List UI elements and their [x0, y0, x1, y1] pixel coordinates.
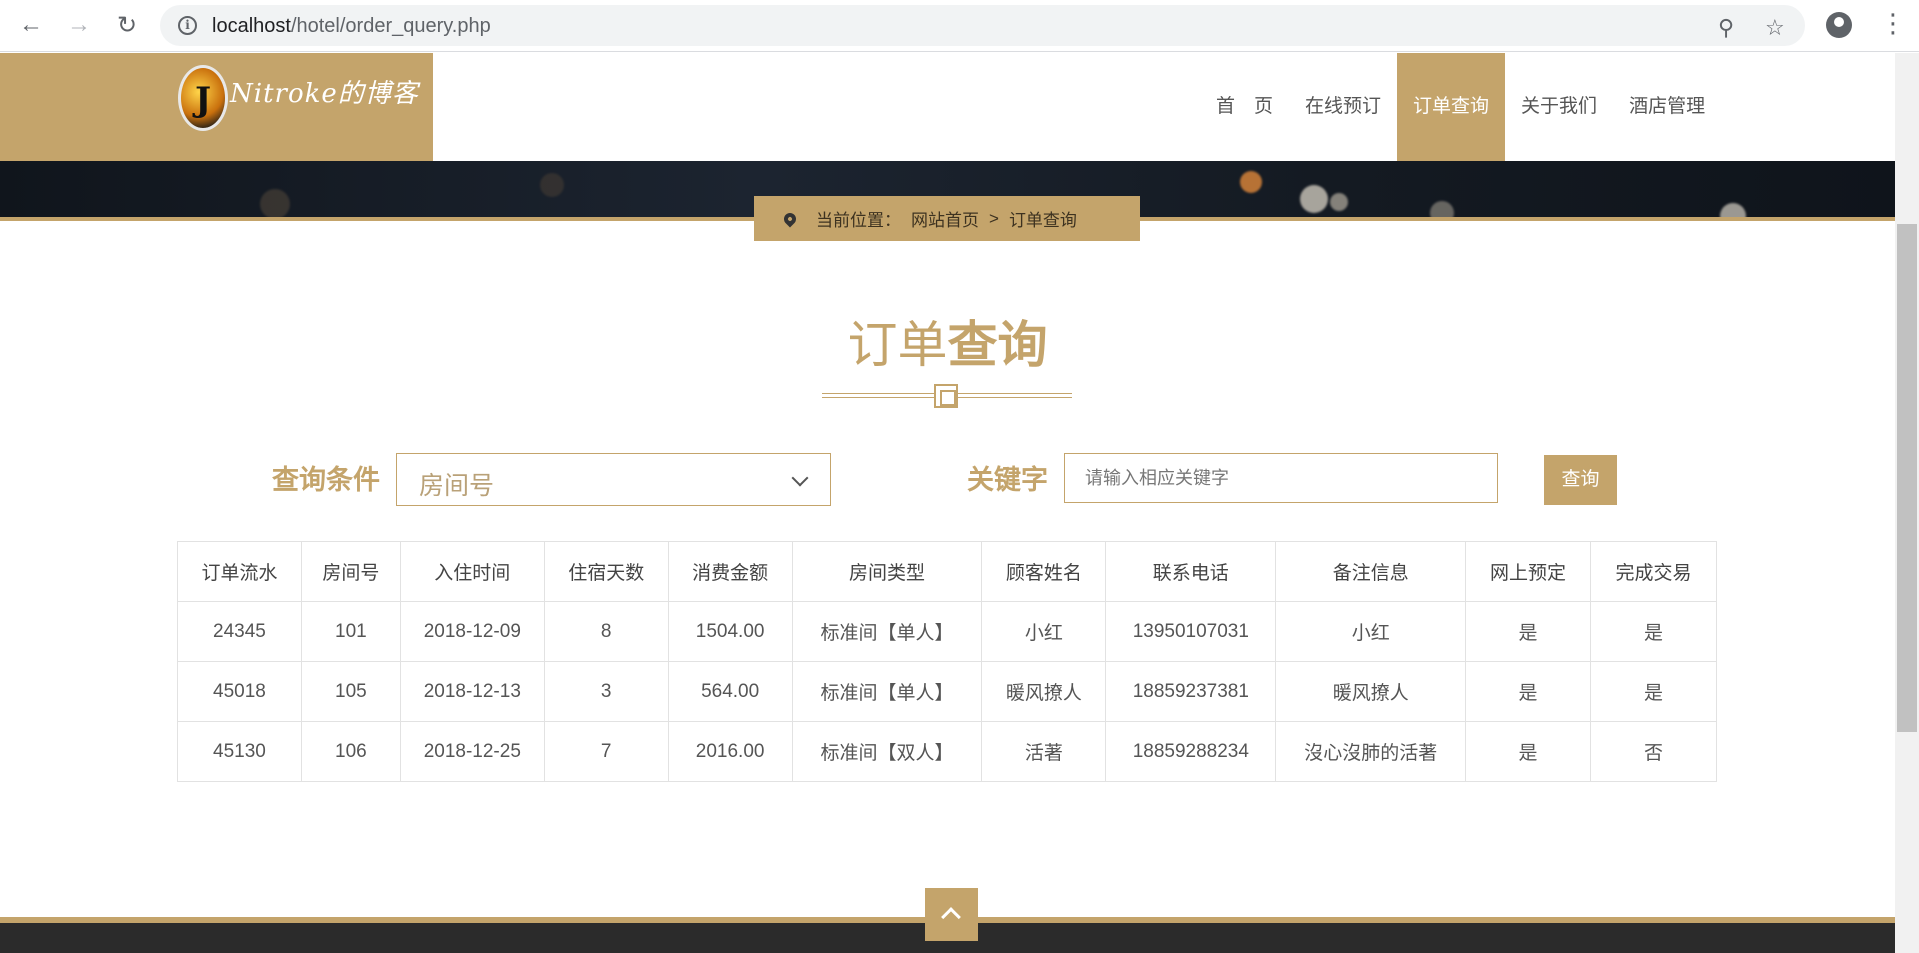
table-cell: 暖风撩人: [981, 661, 1107, 722]
table-cell: 101: [300, 601, 401, 662]
column-header: 网上预定: [1465, 541, 1591, 602]
table-cell: 2018-12-09: [399, 601, 545, 662]
nav-hotel-admin[interactable]: 酒店管理: [1613, 53, 1721, 161]
breadcrumb: 当前位置： 网站首页 > 订单查询: [754, 196, 1140, 241]
table-cell: 45018: [177, 661, 302, 722]
keyword-input[interactable]: [1064, 453, 1498, 503]
breadcrumb-separator: >: [989, 208, 999, 228]
table-row: 24345 101 2018-12-09 8 1504.00 标准间【单人】 小…: [177, 601, 1717, 662]
table-cell: 是: [1465, 661, 1591, 722]
table-row: 45018 105 2018-12-13 3 564.00 标准间【单人】 暖风…: [177, 661, 1717, 722]
table-cell: 24345: [177, 601, 302, 662]
nav-home[interactable]: 首 页: [1200, 53, 1289, 161]
column-header: 房间类型: [791, 541, 983, 602]
nav-about-us[interactable]: 关于我们: [1505, 53, 1613, 161]
table-cell: 是: [1590, 601, 1717, 662]
breadcrumb-home-link[interactable]: 网站首页: [911, 206, 979, 231]
table-cell: 13950107031: [1105, 601, 1277, 662]
star-icon[interactable]: ☆: [1765, 15, 1785, 41]
condition-label: 查询条件: [272, 465, 380, 495]
condition-select-value: 房间号: [419, 472, 495, 500]
condition-select[interactable]: 房间号: [396, 453, 831, 506]
table-cell: 18859237381: [1105, 661, 1277, 722]
table-cell: 3: [543, 661, 669, 722]
table-cell: 活著: [981, 721, 1107, 782]
title-part2: 查询: [947, 317, 1048, 373]
nav-online-booking[interactable]: 在线预订: [1289, 53, 1397, 161]
column-header: 顾客姓名: [981, 541, 1107, 602]
table-cell: 否: [1590, 721, 1717, 782]
table-cell: 8: [543, 601, 669, 662]
main-nav: 首 页 在线预订 订单查询 关于我们 酒店管理: [1200, 53, 1721, 161]
table-cell: 1504.00: [667, 601, 793, 662]
table-cell: 106: [300, 721, 401, 782]
logo-area[interactable]: J Nitroke的博客: [0, 53, 433, 161]
menu-dots-icon[interactable]: ⋮: [1880, 8, 1906, 39]
logo-text: Nitroke的博客: [230, 79, 419, 109]
column-header: 房间号: [300, 541, 401, 602]
table-cell: 是: [1465, 601, 1591, 662]
page-title: 订单查询: [0, 305, 1895, 377]
table-cell: 标准间【单人】: [791, 601, 983, 662]
title-part1: 订单: [847, 317, 948, 373]
table-cell: 暖风撩人: [1275, 661, 1467, 722]
back-icon[interactable]: ←: [14, 8, 48, 42]
column-header: 备注信息: [1275, 541, 1467, 602]
back-to-top-button[interactable]: [925, 888, 978, 941]
zoom-icon[interactable]: ⚲: [1718, 15, 1734, 41]
table-cell: 2018-12-25: [399, 721, 545, 782]
table-cell: 45130: [177, 721, 302, 782]
table-cell: 2018-12-13: [399, 661, 545, 722]
title-ornament: [822, 384, 1072, 408]
column-header: 住宿天数: [543, 541, 669, 602]
table-cell: 2016.00: [667, 721, 793, 782]
nav-order-query[interactable]: 订单查询: [1397, 53, 1506, 161]
address-bar[interactable]: i localhost/hotel/order_query.php ⚲ ☆: [160, 5, 1805, 46]
url-path: /hotel/order_query.php: [290, 15, 491, 37]
chevron-down-icon: [791, 469, 809, 487]
table-cell: 沒心沒肺的活著: [1275, 721, 1467, 782]
scrollbar-thumb[interactable]: [1897, 224, 1917, 732]
table-cell: 564.00: [667, 661, 793, 722]
forward-icon[interactable]: →: [62, 8, 96, 42]
table-cell: 标准间【单人】: [791, 661, 983, 722]
site-info-icon[interactable]: i: [178, 16, 197, 35]
table-header-row: 订单流水 房间号 入住时间 住宿天数 消费金额 房间类型 顾客姓名 联系电话 备…: [177, 541, 1717, 602]
column-header: 订单流水: [177, 541, 302, 602]
table-cell: 7: [543, 721, 669, 782]
table-row: 45130 106 2018-12-25 7 2016.00 标准间【双人】 活…: [177, 721, 1717, 782]
chevron-up-icon: [941, 907, 961, 927]
logo-letter: J: [195, 80, 212, 120]
profile-avatar-icon[interactable]: [1826, 12, 1852, 38]
table-cell: 是: [1590, 661, 1717, 722]
table-cell: 小红: [981, 601, 1107, 662]
orders-table: 订单流水 房间号 入住时间 住宿天数 消费金额 房间类型 顾客姓名 联系电话 备…: [177, 541, 1717, 782]
table-cell: 标准间【双人】: [791, 721, 983, 782]
column-header: 入住时间: [399, 541, 545, 602]
column-header: 联系电话: [1105, 541, 1277, 602]
table-cell: 是: [1465, 721, 1591, 782]
column-header: 消费金额: [667, 541, 793, 602]
url-text[interactable]: localhost/hotel/order_query.php: [212, 15, 491, 38]
browser-toolbar: ← → ↻ i localhost/hotel/order_query.php …: [0, 0, 1919, 52]
location-pin-icon: [781, 210, 799, 227]
url-host: localhost: [212, 15, 291, 37]
logo-emblem: J: [178, 65, 228, 131]
table-cell: 105: [300, 661, 401, 722]
query-button[interactable]: 查询: [1544, 455, 1617, 505]
breadcrumb-prefix: 当前位置：: [816, 211, 901, 230]
column-header: 完成交易: [1590, 541, 1717, 602]
site-header: J Nitroke的博客 首 页 在线预订 订单查询 关于我们 酒店管理: [0, 53, 1895, 161]
table-cell: 18859288234: [1105, 721, 1277, 782]
breadcrumb-current: 订单查询: [1008, 211, 1077, 230]
keyword-label: 关键字: [967, 465, 1048, 495]
table-cell: 小红: [1275, 601, 1467, 662]
reload-icon[interactable]: ↻: [110, 8, 144, 42]
